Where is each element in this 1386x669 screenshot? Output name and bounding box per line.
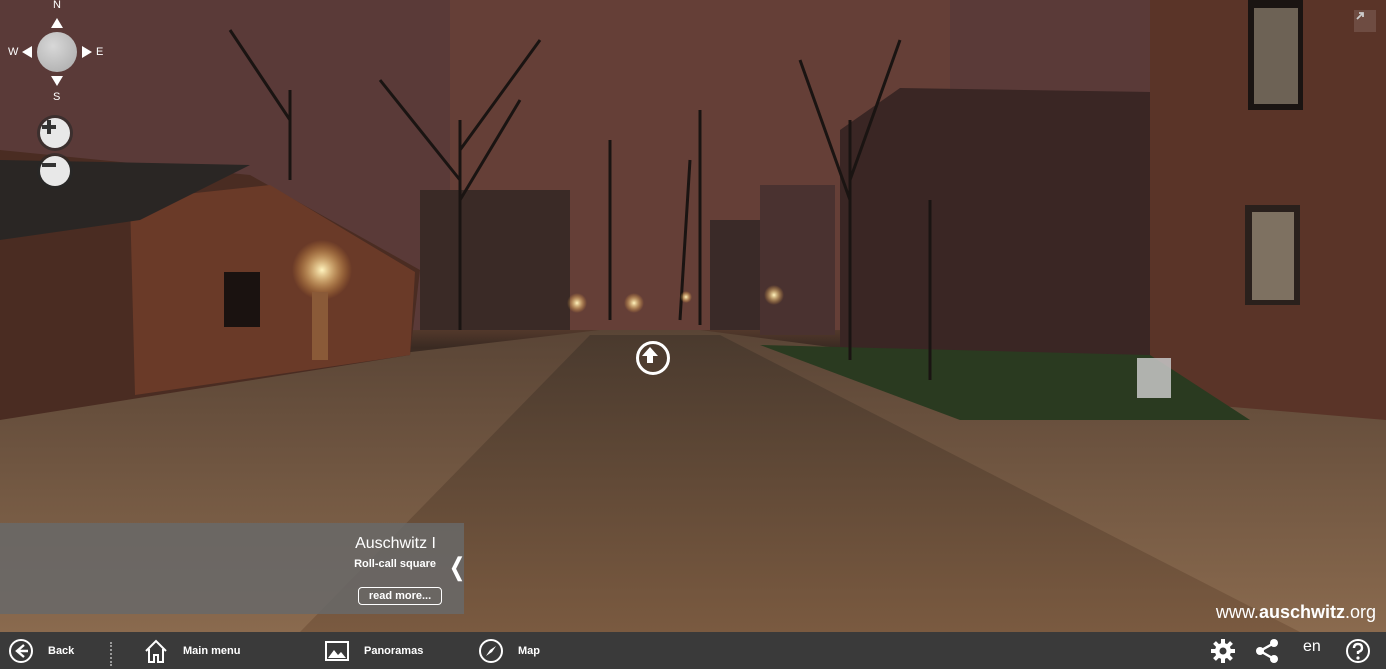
zoom-in-button[interactable] (40, 118, 70, 148)
arrow-up-circle-icon (642, 347, 658, 363)
panorama-view[interactable]: N W E S Auschwitz I Roll-call square rea… (0, 0, 1386, 632)
compass-south-arrow-icon[interactable] (51, 76, 63, 86)
map-button[interactable]: Map (478, 632, 540, 669)
main-menu-button[interactable]: Main menu (143, 632, 240, 669)
watermark-prefix: www. (1215, 602, 1259, 622)
watermark-bold: auschwitz (1258, 602, 1345, 622)
compass-west-label: W (8, 46, 19, 58)
watermark-suffix: .org (1344, 602, 1376, 622)
compass[interactable]: N W E S (8, 0, 108, 104)
help-button[interactable] (1345, 632, 1371, 669)
compass-west-arrow-icon[interactable] (22, 46, 32, 58)
zoom-out-button[interactable] (40, 156, 70, 186)
bottom-toolbar: Back Main menu Panoramas Map en (0, 632, 1386, 669)
compass-east-arrow-icon[interactable] (82, 46, 92, 58)
toolbar-divider (110, 642, 112, 666)
share-button[interactable] (1253, 632, 1281, 669)
gear-icon (1209, 637, 1237, 665)
share-icon (1253, 637, 1281, 665)
minus-icon (42, 163, 56, 167)
panorama-image-icon (324, 639, 350, 663)
fullscreen-button[interactable] (1354, 10, 1376, 32)
panoramas-button[interactable]: Panoramas (324, 632, 423, 669)
map-label: Map (518, 644, 540, 657)
settings-button[interactable] (1209, 632, 1237, 669)
location-subtitle: Roll-call square (354, 558, 436, 570)
main-menu-label: Main menu (183, 644, 241, 657)
question-mark-icon (1345, 638, 1371, 664)
back-label: Back (48, 644, 75, 657)
compass-north-arrow-icon[interactable] (51, 18, 63, 28)
back-button[interactable]: Back (8, 632, 74, 669)
compass-south-label: S (53, 91, 61, 103)
compass-ball[interactable] (37, 32, 77, 72)
location-title: Auschwitz I (355, 535, 436, 552)
location-info-panel: Auschwitz I Roll-call square read more..… (0, 523, 467, 614)
plus-icon (42, 120, 56, 134)
language-selector[interactable]: en (1303, 628, 1321, 665)
compass-north-label: N (53, 0, 61, 11)
back-arrow-icon (8, 638, 34, 664)
expand-icon (1356, 12, 1364, 20)
site-watermark: www.auschwitz.org (1216, 602, 1376, 623)
collapse-panel-button[interactable]: ❬ (447, 553, 467, 582)
read-more-button[interactable]: read more... (358, 587, 442, 605)
compass-map-icon (478, 638, 504, 664)
home-icon (143, 638, 169, 664)
navigate-forward-hotspot[interactable] (636, 341, 670, 375)
panoramas-label: Panoramas (364, 644, 424, 657)
compass-east-label: E (96, 46, 104, 58)
